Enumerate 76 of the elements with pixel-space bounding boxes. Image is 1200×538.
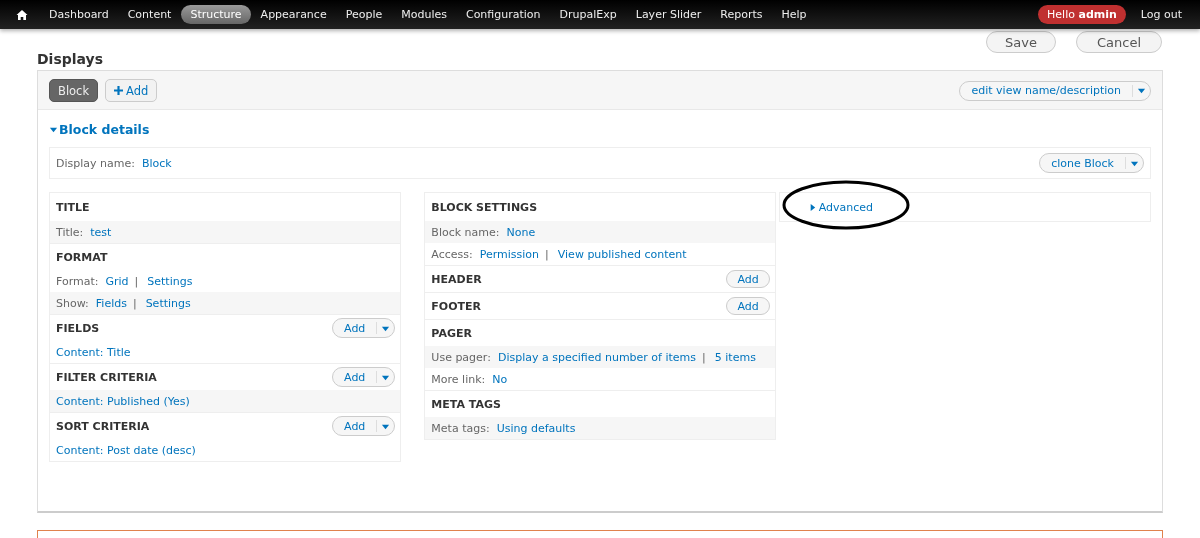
setting-label: Use pager:	[431, 350, 491, 364]
setting-label: Block name:	[431, 225, 500, 239]
toolbar-menu-item[interactable]: Structure	[181, 5, 251, 24]
toolbar-menu-item[interactable]: People	[336, 5, 392, 24]
setting-label: Meta tags:	[431, 421, 490, 435]
setting-label: Access:	[431, 247, 473, 261]
toolbar-menu-item[interactable]: Layer Slider	[626, 5, 711, 24]
setting-link[interactable]: Settings	[145, 296, 191, 310]
add-button[interactable]: Add	[333, 368, 377, 386]
setting-label: Title:	[56, 225, 84, 239]
advanced-toggle[interactable]: Advanced	[807, 200, 874, 214]
toolbar-menu-item[interactable]: Reports	[711, 5, 772, 24]
setting-link[interactable]: Permission	[479, 247, 540, 261]
toolbar-menu-item[interactable]: Modules	[392, 5, 456, 24]
details-title: Block details	[59, 122, 150, 137]
setting-link[interactable]: test	[90, 225, 112, 239]
separator: |	[134, 274, 139, 288]
separator: |	[702, 350, 706, 364]
section-title: FOOTER	[431, 299, 482, 313]
toolbar-menu-item[interactable]: DrupalExp	[550, 5, 626, 24]
split-button[interactable]: clone Block	[1039, 153, 1144, 173]
section-title: FORMAT	[56, 250, 108, 264]
split-button[interactable]: Add	[332, 318, 396, 338]
display-name-link[interactable]: Block	[141, 156, 172, 170]
setting-link[interactable]: Content: Published (Yes)	[56, 394, 190, 408]
section-title: META TAGS	[431, 397, 501, 411]
add-button[interactable]: Add	[726, 297, 770, 315]
setting-link[interactable]: None	[506, 225, 536, 239]
section-title: PAGER	[431, 326, 472, 340]
section-title: BLOCK SETTINGS	[431, 200, 538, 214]
section-title: FILTER CRITERIA	[56, 370, 157, 384]
plus-icon	[114, 86, 124, 95]
add-button[interactable]: Add	[333, 319, 377, 337]
separator: |	[132, 296, 137, 310]
setting-link[interactable]: Content: Title	[56, 345, 131, 359]
setting-link[interactable]: Fields	[95, 296, 127, 310]
setting-label: More link:	[431, 372, 486, 386]
separator: |	[545, 247, 549, 261]
caret-down-icon	[49, 125, 58, 134]
setting-link[interactable]: Display a specified number of items	[497, 350, 697, 364]
user-greeting[interactable]: Hello admin	[1038, 5, 1126, 24]
cancel-button[interactable]: Cancel	[1075, 31, 1162, 53]
toolbar-menu-item[interactable]: Help	[772, 5, 816, 24]
setting-link[interactable]: Settings	[147, 274, 193, 288]
add-display-button[interactable]: Add	[105, 79, 158, 102]
section-title: HEADER	[431, 272, 482, 286]
collapsible-heading[interactable]: Block details	[49, 122, 1151, 137]
home-icon[interactable]	[16, 8, 28, 21]
save-button[interactable]: Save	[986, 31, 1056, 53]
setting-link[interactable]: Grid	[105, 274, 129, 288]
toolbar-menu-item[interactable]: Appearance	[251, 5, 336, 24]
split-button[interactable]: Add	[332, 367, 396, 387]
setting-link[interactable]: Using defaults	[496, 421, 576, 435]
toolbar-menu-item[interactable]: Configuration	[456, 5, 550, 24]
display-name-label: Display name:	[56, 156, 135, 170]
caret-down-icon	[1137, 86, 1146, 95]
setting-label: Show:	[56, 296, 89, 310]
toolbar-menu-item[interactable]: Dashboard	[40, 5, 118, 24]
section-title: FIELDS	[56, 321, 100, 335]
section-title: TITLE	[56, 200, 90, 214]
setting-link[interactable]: 5 items	[714, 350, 756, 364]
clone-button[interactable]: clone Block	[1040, 154, 1125, 172]
split-button[interactable]: Add	[332, 416, 396, 436]
section-title: SORT CRITERIA	[56, 419, 150, 433]
setting-link[interactable]: View published content	[557, 247, 687, 261]
section-heading: Displays	[37, 51, 105, 67]
edit-name-button[interactable]: edit view name/description	[960, 81, 1132, 100]
toolbar-menu-item[interactable]: Content	[118, 5, 181, 24]
setting-link[interactable]: No	[492, 372, 508, 386]
setting-label: Format:	[56, 274, 99, 288]
display-tab[interactable]: Block	[49, 79, 99, 102]
setting-link[interactable]: Content: Post date (desc)	[56, 443, 196, 457]
split-button[interactable]: edit view name/description	[959, 80, 1151, 101]
logout-link[interactable]: Log out	[1131, 5, 1191, 24]
add-button[interactable]: Add	[726, 270, 770, 288]
add-button[interactable]: Add	[333, 417, 377, 435]
